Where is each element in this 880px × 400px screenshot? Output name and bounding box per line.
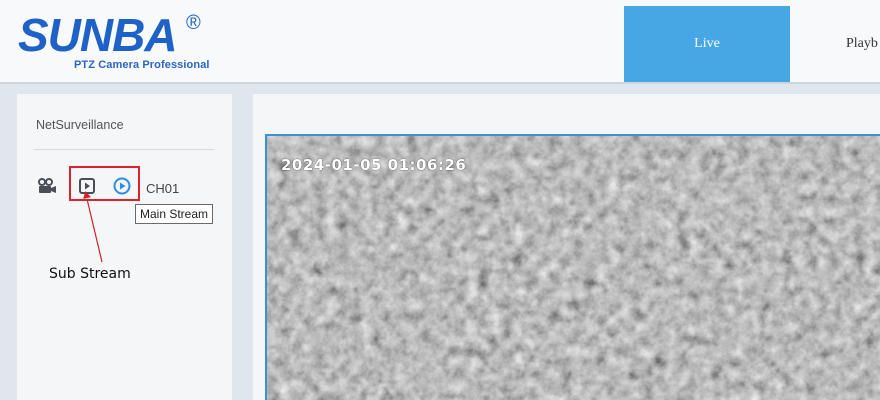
camera-icon[interactable]	[37, 178, 57, 194]
sub-stream-annotation: Sub Stream	[49, 266, 131, 282]
sub-stream-icon[interactable]	[79, 178, 95, 194]
logo-brand: SUNBA	[18, 9, 178, 61]
video-timestamp-osd: 2024-01-05 01:06:26	[281, 156, 467, 174]
channel-label[interactable]: CH01	[146, 181, 179, 196]
tab-live[interactable]: Live	[624, 6, 790, 82]
main-stream-tooltip: Main Stream	[135, 204, 214, 224]
main-stream-icon[interactable]	[113, 177, 131, 195]
logo-tagline: PTZ Camera Professional	[74, 59, 210, 71]
sidebar-divider	[34, 149, 214, 150]
video-frame-texture	[267, 136, 880, 400]
sidebar-title: NetSurveillance	[36, 118, 124, 132]
device-sidebar: NetSurveillance CH01 Main Stream Sub Str…	[17, 94, 232, 400]
tab-playback[interactable]: Playb	[790, 6, 880, 82]
sunba-logo: SUNBA ® PTZ Camera Professional	[18, 12, 238, 76]
annotation-arrow	[83, 191, 103, 263]
logo-registered-mark: ®	[186, 12, 201, 34]
live-video-view[interactable]: 2024-01-05 01:06:26	[265, 134, 880, 400]
top-header: SUNBA ® PTZ Camera Professional Live Pla…	[0, 0, 880, 84]
